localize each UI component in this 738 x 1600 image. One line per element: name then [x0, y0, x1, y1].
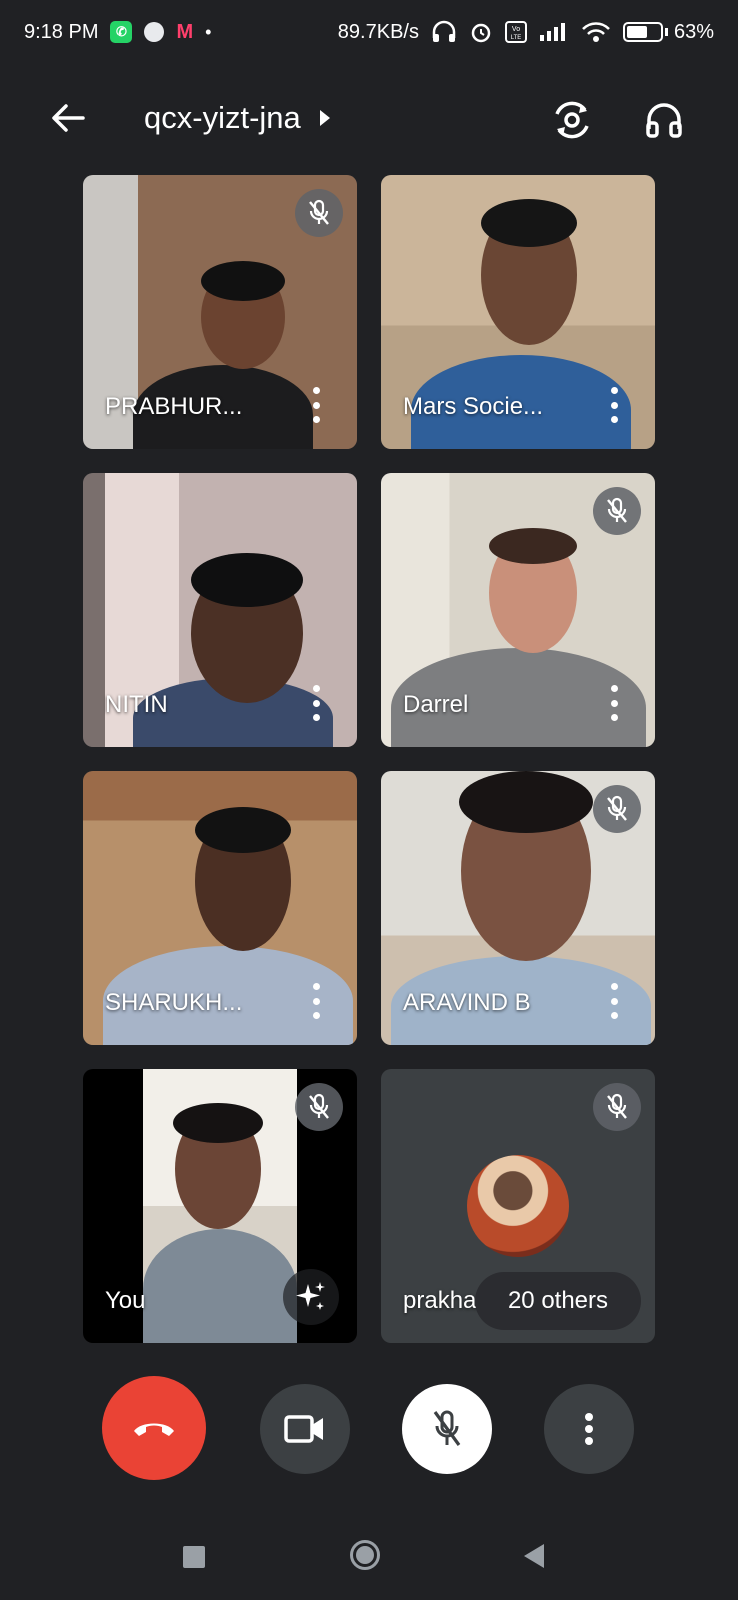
participant-tile[interactable]: NITIN [83, 473, 357, 747]
meeting-code: qcx-yizt-jna [144, 100, 301, 135]
wifi-icon [581, 21, 611, 43]
battery-indicator: 63% [622, 20, 714, 44]
mic-toggle-button[interactable] [402, 1384, 492, 1474]
participant-more-button[interactable] [607, 983, 621, 1019]
participant-tile[interactable]: PRABHUR... [83, 175, 357, 449]
svg-text:Vo: Vo [512, 26, 520, 33]
mic-off-icon [309, 199, 329, 225]
participant-hair [195, 807, 291, 853]
muted-indicator [593, 1083, 641, 1131]
muted-indicator [295, 189, 343, 237]
myntra-icon: M [176, 20, 194, 43]
camera-toggle-button[interactable] [260, 1384, 350, 1474]
camera-switch-icon [555, 101, 589, 139]
participant-name: Darrel [403, 691, 469, 718]
participant-name: You [105, 1287, 146, 1314]
participant-tile[interactable]: ARAVIND B [381, 771, 655, 1045]
battery-tip [664, 28, 668, 36]
mic-off-icon [309, 1093, 329, 1119]
effects-button[interactable] [283, 1269, 339, 1325]
mic-off-icon [607, 795, 627, 821]
others-tile[interactable]: prakhar 20 others [381, 1069, 655, 1343]
muted-indicator [593, 785, 641, 833]
participant-name: Mars Socie... [403, 393, 544, 420]
others-count-label: 20 others [507, 1287, 609, 1314]
home-button[interactable] [350, 1540, 380, 1570]
participant-hair [481, 199, 577, 247]
phone-hangup-icon [134, 1423, 174, 1436]
more-options-button[interactable] [544, 1384, 634, 1474]
participant-hair [459, 771, 593, 833]
meeting-top-bar: qcx-yizt-jna [0, 80, 738, 160]
participant-body [143, 1229, 297, 1343]
avatar [467, 1155, 569, 1257]
participant-name: SHARUKH... [105, 989, 243, 1016]
more-vert-icon [585, 1413, 593, 1445]
video-camera-icon [284, 1415, 323, 1443]
mic-off-icon [607, 497, 627, 523]
volte-icon: Vo LTE [504, 21, 527, 43]
mic-off-icon [607, 1093, 627, 1119]
others-count-badge[interactable]: 20 others [475, 1272, 641, 1330]
participant-name: NITIN [105, 691, 168, 718]
audio-output-button[interactable] [640, 96, 688, 144]
alarm-icon [469, 20, 493, 44]
battery-icon [622, 22, 663, 42]
status-time: 9:18 PM [24, 20, 99, 43]
participant-tile[interactable]: SHARUKH... [83, 771, 357, 1045]
status-right: 89.7KB/s Vo LTE 63% [338, 20, 714, 44]
network-speed: 89.7KB/s [337, 20, 419, 43]
participant-tile[interactable]: Mars Socie... [381, 175, 655, 449]
notification-dot: • [205, 21, 212, 42]
system-nav-bar [0, 1520, 738, 1600]
switch-camera-button[interactable] [548, 96, 596, 144]
self-view-tile[interactable]: You [83, 1069, 357, 1343]
recents-button[interactable] [183, 1546, 205, 1568]
participant-hair [173, 1103, 263, 1143]
participant-more-button[interactable] [607, 387, 621, 423]
participant-tile[interactable]: Darrel [381, 473, 655, 747]
signal-icon [539, 21, 569, 43]
arrow-left-icon [52, 104, 85, 132]
system-back-button[interactable] [524, 1544, 544, 1568]
self-video [143, 1069, 297, 1343]
status-left: 9:18 PM ✆ M • [24, 21, 211, 44]
participant-name: prakhar [403, 1287, 485, 1314]
participant-more-button[interactable] [309, 685, 323, 721]
whatsapp-icon: ✆ [110, 21, 133, 43]
participant-hair [191, 553, 303, 607]
svg-text:LTE: LTE [511, 35, 522, 41]
participant-more-button[interactable] [607, 685, 621, 721]
mic-off-icon [433, 1410, 461, 1446]
participant-hair [201, 261, 285, 301]
participant-more-button[interactable] [309, 387, 323, 423]
participant-hair [489, 528, 577, 564]
chevron-right-icon [319, 110, 330, 126]
participant-name: ARAVIND B [403, 989, 531, 1016]
participant-name: PRABHUR... [105, 393, 243, 420]
back-button[interactable] [48, 98, 88, 138]
headphones-icon [646, 103, 682, 138]
muted-indicator [295, 1083, 343, 1131]
end-call-button[interactable] [102, 1376, 206, 1480]
battery-percent: 63% [673, 20, 714, 43]
sparkle-icon [296, 1282, 325, 1310]
participant-more-button[interactable] [309, 983, 323, 1019]
battery-fill [626, 26, 648, 38]
clock-icon [144, 22, 165, 42]
headphones-status-icon [431, 20, 457, 44]
status-bar: 9:18 PM ✆ M • 89.7KB/s Vo LTE 63% [0, 0, 738, 64]
meeting-code-button[interactable]: qcx-yizt-jna [144, 100, 331, 136]
muted-indicator [593, 487, 641, 535]
